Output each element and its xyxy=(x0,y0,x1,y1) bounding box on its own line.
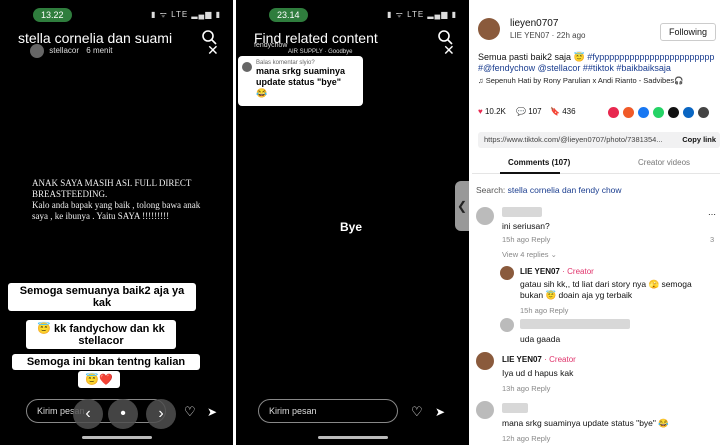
avatar[interactable] xyxy=(478,18,500,40)
comment-item xyxy=(502,402,528,413)
comment-tabs: Comments (107) Creator videos xyxy=(472,152,720,174)
avatar[interactable] xyxy=(500,318,514,332)
comment-item xyxy=(502,206,542,217)
avatar[interactable] xyxy=(476,401,494,419)
status-bar: 13.22 ▮ ᯤ LTE ▂▄▆ ▮ xyxy=(0,8,233,22)
caption-line-4: 😇❤️ xyxy=(78,371,120,388)
heart-icon[interactable]: ♡ xyxy=(411,405,425,419)
search-bar[interactable]: Find related content ✕ xyxy=(248,26,461,57)
story-screenshot-1: 13.22 ▮ ᯤ LTE ▂▄▆ ▮ stella cornelia dan … xyxy=(0,0,233,445)
message-input[interactable]: Kirim pesan xyxy=(258,399,398,423)
post-link[interactable]: https://www.tiktok.com/@lieyen0707/photo… xyxy=(484,135,663,144)
close-icon[interactable]: ✕ xyxy=(443,43,455,57)
reply-item xyxy=(520,318,630,329)
heart-icon[interactable]: ♡ xyxy=(184,405,198,419)
story-time: 6 menit xyxy=(86,46,113,56)
heart-icon: ♥ xyxy=(478,107,483,116)
bye-text: Bye xyxy=(340,220,363,234)
share-linkedin-icon[interactable] xyxy=(683,107,694,118)
view-replies-link[interactable]: View 4 replies ⌄ xyxy=(502,250,557,259)
post-username[interactable]: lieyen0707 xyxy=(510,18,558,29)
story-music: AIR SUPPLY · Goodbye xyxy=(288,49,353,55)
close-icon[interactable]: ✕ xyxy=(207,43,219,57)
caption-line-1: Semoga semuanya baik2 aja ya kak xyxy=(8,283,196,311)
comment-text: Iya ud d hapus kak xyxy=(502,368,574,378)
comment-meta[interactable]: 15h ago Reply xyxy=(502,235,550,244)
active-tab-indicator xyxy=(500,172,560,174)
post-subline: LIE YEN07 · 22h ago xyxy=(510,31,586,40)
comment-search-suggestion[interactable]: Search: stella cornelia dan fendy chow xyxy=(476,185,622,195)
status-bar: 23.14 ▮ ᯤ LTE ▂▄▆ ▮ xyxy=(236,8,469,22)
center-button[interactable]: • xyxy=(108,399,138,429)
story-username: stellacor xyxy=(49,46,80,56)
caption-line-3: Semoga ini bkan tentng kalian xyxy=(12,354,200,370)
reply-comment-card[interactable]: Balas komentar slyio? mana srkg suaminya… xyxy=(238,56,363,106)
tiktok-post-comments: lieyen0707 LIE YEN07 · 22h ago Following… xyxy=(472,0,720,445)
home-indicator xyxy=(81,436,152,439)
commenter-name[interactable]: LIE YEN07 xyxy=(502,355,542,364)
blurred-username xyxy=(520,318,630,329)
share-embed-icon[interactable] xyxy=(608,107,619,118)
story-username: fendychow xyxy=(254,42,288,49)
bookmark-icon: 🔖 xyxy=(550,107,560,116)
comment-meta[interactable]: 12h ago Reply xyxy=(502,434,550,443)
creator-badge: · Creator xyxy=(562,267,594,276)
send-icon[interactable]: ➤ xyxy=(207,405,221,419)
system-icons: ▮ ᯤ LTE ▂▄▆ ▮ xyxy=(150,10,221,19)
caption-line-2: 😇 kk fandychow dan kk stellacor xyxy=(26,320,176,349)
comment-text: mana srkg suaminya update status "bye" 😂 xyxy=(502,418,669,428)
post-caption: Semua pasti baik2 saja 😇 #fypppppppppppp… xyxy=(478,52,715,73)
blurred-username xyxy=(502,402,528,413)
comment-icon: 💬 xyxy=(516,107,526,116)
reply-text: gatau sih kk,, td liat dari story nya 🫣 … xyxy=(520,279,692,300)
comment-stat[interactable]: 💬 107 xyxy=(516,107,542,116)
reply-item: LIE YEN07 · Creator xyxy=(520,266,594,276)
next-button[interactable]: › xyxy=(146,399,176,429)
comment-text: ini seriusan? xyxy=(502,221,550,231)
share-send-icon[interactable] xyxy=(623,107,634,118)
more-icon[interactable]: ⋯ xyxy=(708,210,716,219)
side-count: 3 xyxy=(710,235,715,244)
tab-comments[interactable]: Comments (107) xyxy=(508,158,570,167)
like-stat[interactable]: ♥ 10.2K xyxy=(478,107,506,116)
stats-row: ♥ 10.2K 💬 107 🔖 436 xyxy=(478,107,716,121)
status-time: 23.14 xyxy=(269,8,308,22)
story-user[interactable]: stellacor 6 menit xyxy=(30,44,113,58)
send-icon[interactable]: ➤ xyxy=(435,405,449,419)
status-time: 13.22 xyxy=(33,8,72,22)
tab-creator-videos[interactable]: Creator videos xyxy=(638,158,690,167)
avatar xyxy=(30,44,44,58)
avatar xyxy=(242,62,252,72)
reply-body: mana srkg suaminya update status "bye" xyxy=(256,66,346,87)
save-stat[interactable]: 🔖 436 xyxy=(550,107,576,116)
commenter-name[interactable]: LIE YEN07 xyxy=(520,267,560,276)
reply-emoji: 😂 xyxy=(256,88,268,98)
blurred-username xyxy=(502,206,542,217)
prev-button[interactable]: ‹ xyxy=(73,399,103,429)
avatar[interactable] xyxy=(500,266,514,280)
story-screenshot-2: 23.14 ▮ ᯤ LTE ▂▄▆ ▮ Find related content… xyxy=(236,0,469,445)
avatar[interactable] xyxy=(476,352,494,370)
home-indicator xyxy=(317,436,388,439)
share-more-icon[interactable] xyxy=(698,107,709,118)
music-line[interactable]: ♫ Sepenuh Hati by Rony Parulian x Andi R… xyxy=(478,76,684,85)
comment-meta[interactable]: 13h ago Reply xyxy=(502,384,550,393)
side-panel-tab[interactable]: ❮ xyxy=(455,181,469,231)
copy-link-button[interactable]: Copy link xyxy=(682,132,716,148)
share-whatsapp-icon[interactable] xyxy=(653,107,664,118)
story-text: ANAK SAYA MASIH ASI. FULL DIRECT BREASTF… xyxy=(32,178,201,221)
reply-meta[interactable]: 15h ago Reply xyxy=(520,306,568,315)
post-header: lieyen0707 LIE YEN07 · 22h ago Following xyxy=(478,18,716,48)
share-x-icon[interactable] xyxy=(668,107,679,118)
story-user[interactable]: fendychow xyxy=(254,42,287,49)
post-link-bar: https://www.tiktok.com/@lieyen0707/photo… xyxy=(478,132,720,148)
comment-item: LIE YEN07 · Creator xyxy=(502,354,576,364)
reply-text: uda gaada xyxy=(520,334,561,344)
share-facebook-icon[interactable] xyxy=(638,107,649,118)
avatar[interactable] xyxy=(476,207,494,225)
creator-badge: · Creator xyxy=(544,355,576,364)
system-icons: ▮ ᯤ LTE ▂▄▆ ▮ xyxy=(386,10,457,19)
following-button[interactable]: Following xyxy=(659,23,716,41)
